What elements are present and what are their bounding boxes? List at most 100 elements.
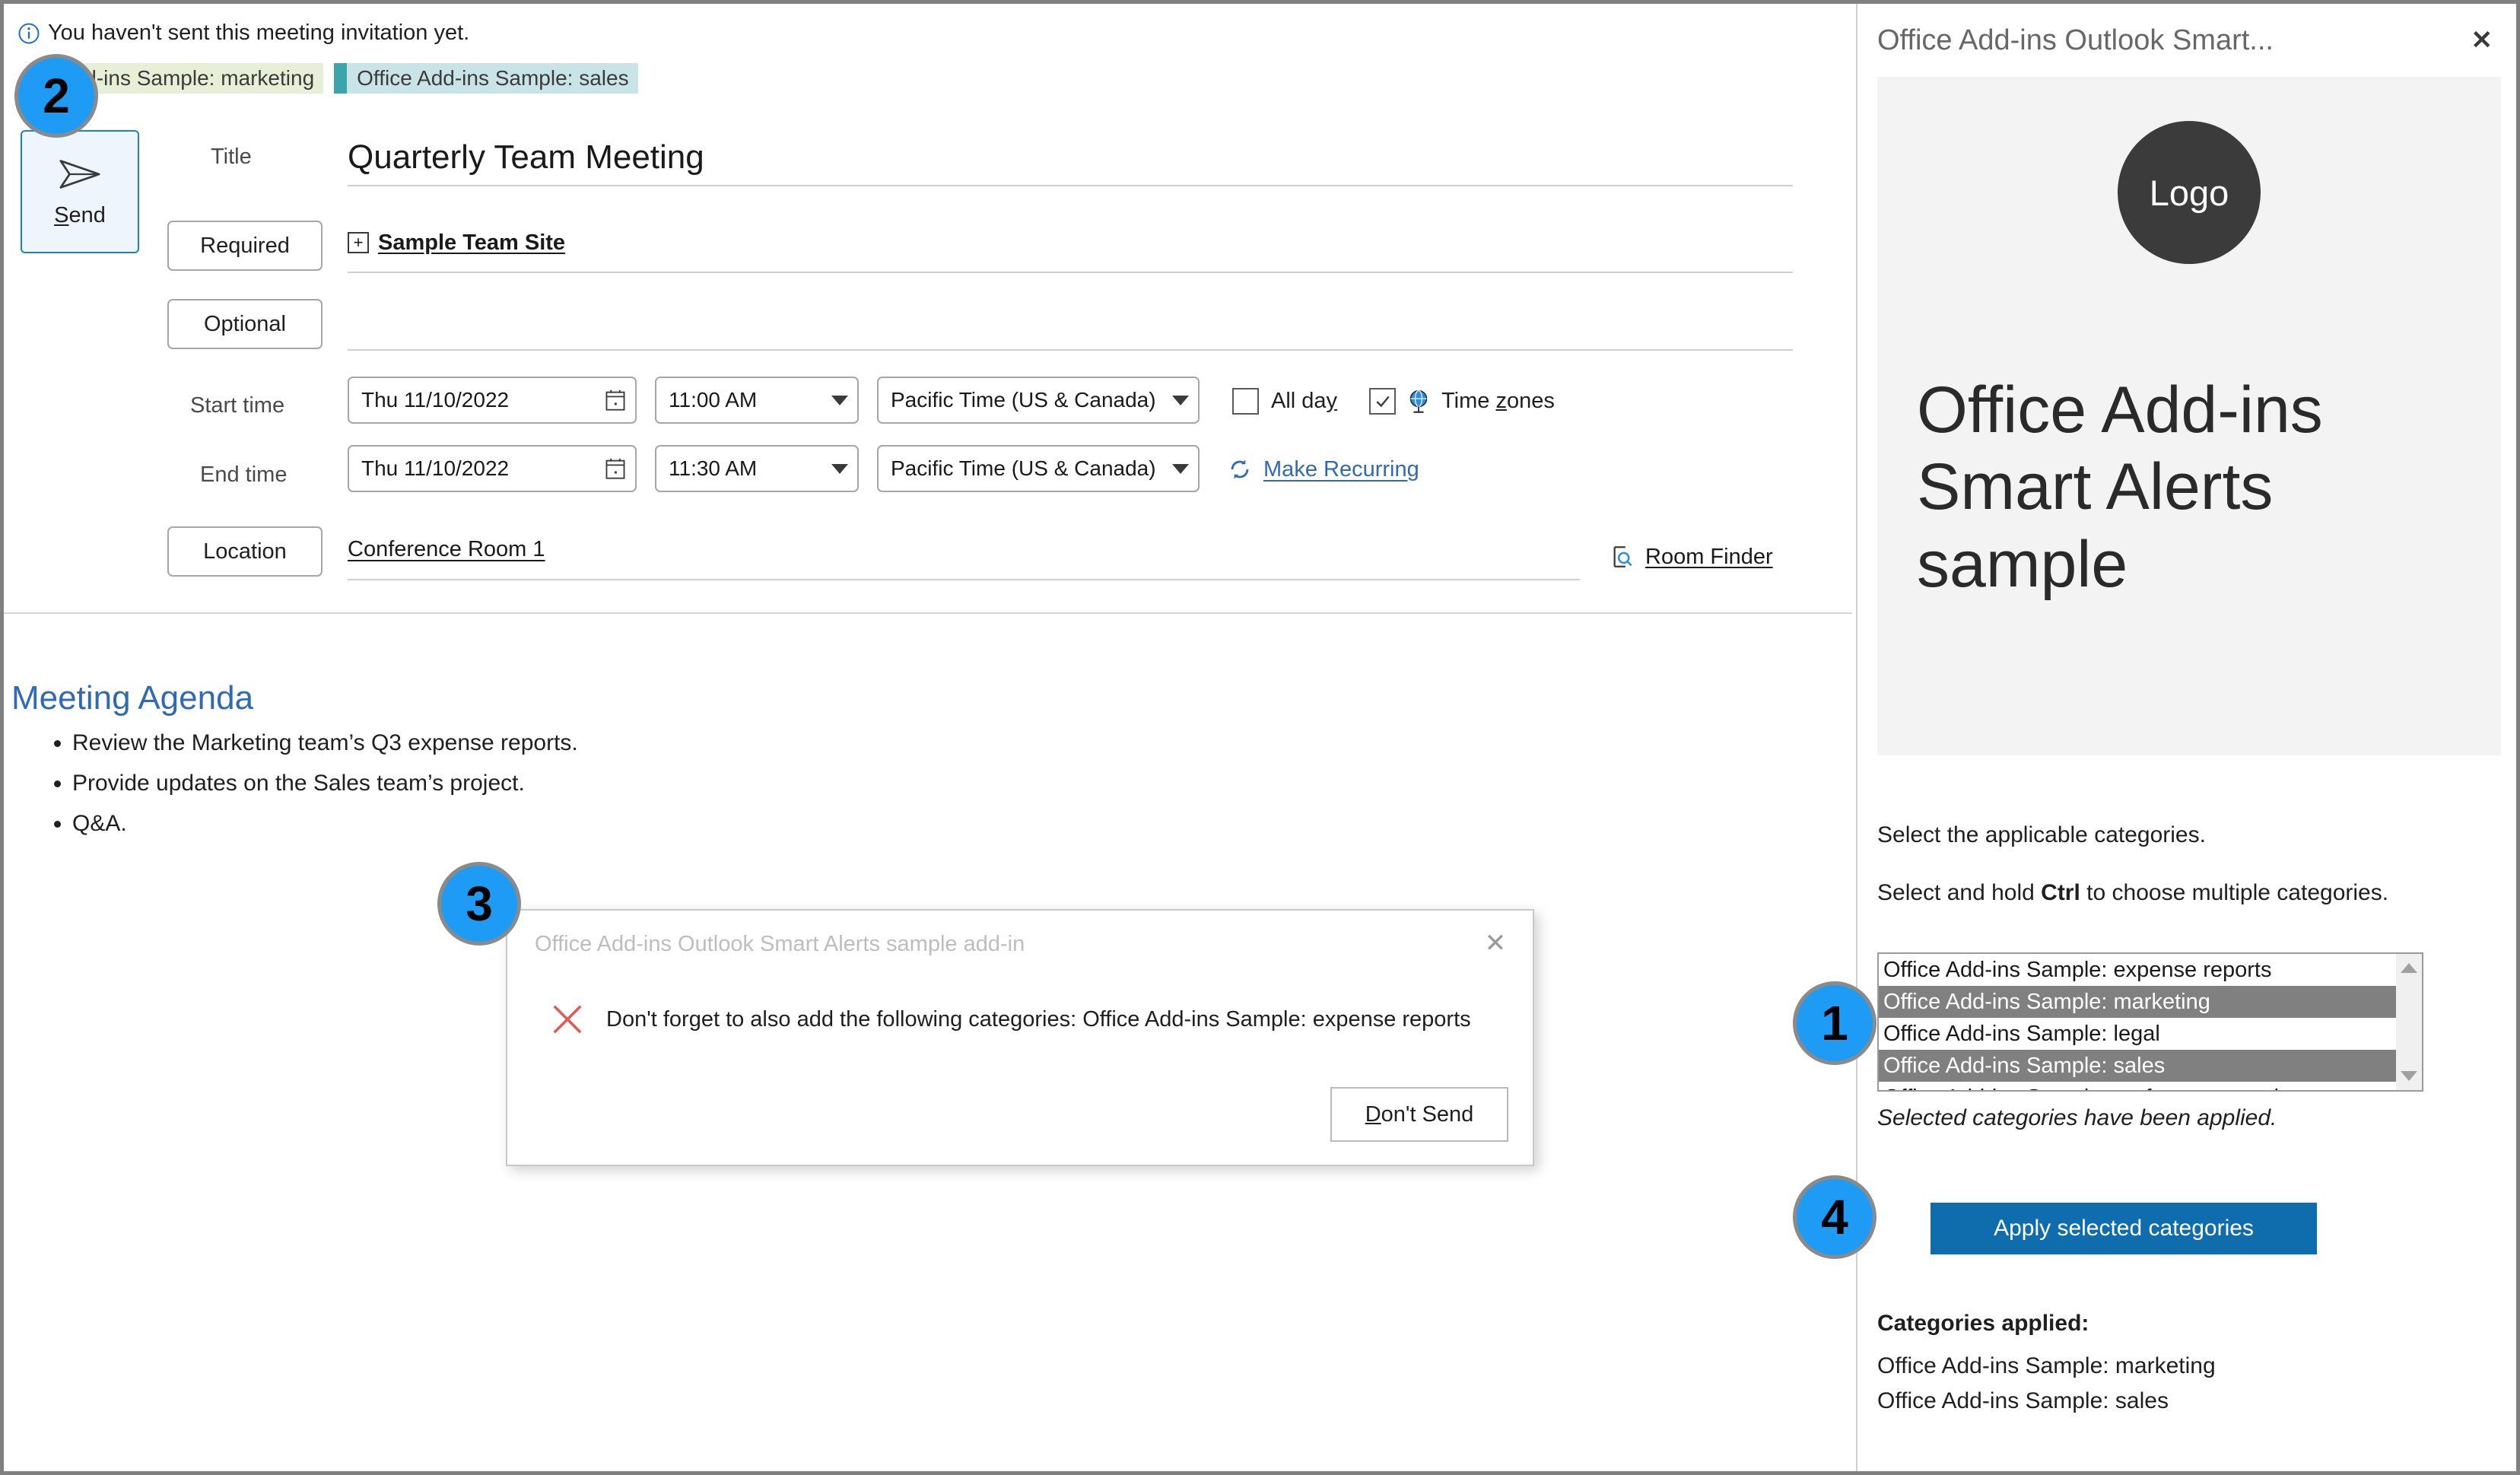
start-timezone-value: Pacific Time (US & Canada) [891, 388, 1156, 412]
all-day-checkbox[interactable] [1232, 388, 1259, 415]
chevron-down-icon[interactable] [831, 396, 848, 405]
instruction-2-post: to choose multiple categories. [2080, 880, 2388, 905]
end-time-label: End time [200, 463, 316, 488]
list-item[interactable]: Office Add-ins Sample: expense reports [1879, 954, 2396, 986]
list-item: Office Add-ins Sample: marketing [1877, 1349, 2216, 1384]
task-pane-title: Office Add-ins Outlook Smart... [1877, 24, 2274, 57]
chevron-down-icon[interactable] [1172, 396, 1189, 405]
time-zones-label: Time zones [1441, 389, 1555, 414]
make-recurring-label: Make Recurring [1263, 457, 1419, 482]
meeting-compose-window: You haven't sent this meeting invitation… [4, 4, 1852, 1471]
calendar-icon[interactable] [605, 457, 626, 480]
send-arrow-icon [56, 156, 103, 192]
calendar-icon[interactable] [605, 389, 626, 412]
close-icon[interactable]: ✕ [2465, 22, 2499, 59]
end-date-value: Thu 11/10/2022 [361, 456, 509, 481]
list-item: Provide updates on the Sales team’s proj… [72, 771, 578, 796]
start-date-input[interactable]: Thu 11/10/2022 [348, 377, 637, 424]
room-finder-button[interactable]: Room Finder [1610, 544, 1773, 570]
applied-status-text: Selected categories have been applied. [1877, 1105, 2277, 1131]
required-attendee-link[interactable]: Sample Team Site [378, 230, 565, 256]
instruction-text-1: Select the applicable categories. [1877, 819, 2471, 852]
list-item[interactable]: Office Add-ins Sample: performance revie… [1879, 1082, 2396, 1092]
task-pane-hero: Logo Office Add-ins Smart Alerts sample [1877, 77, 2501, 755]
start-time-value: 11:00 AM [669, 388, 757, 412]
list-item: Review the Marketing team’s Q3 expense r… [72, 730, 578, 756]
start-time-input[interactable]: 11:00 AM [655, 377, 859, 424]
location-button-label: Location [203, 539, 287, 564]
location-value-link[interactable]: Conference Room 1 [348, 537, 545, 562]
required-button[interactable]: Required [167, 221, 323, 271]
logo: Logo [2118, 121, 2261, 264]
optional-attendees-input[interactable] [348, 291, 1793, 351]
info-bar-text: You haven't sent this meeting invitation… [48, 21, 469, 46]
location-button[interactable]: Location [167, 526, 323, 577]
categories-listbox-options[interactable]: Office Add-ins Sample: expense reports O… [1879, 954, 2396, 1090]
end-date-input[interactable]: Thu 11/10/2022 [348, 445, 637, 492]
required-button-label: Required [200, 234, 290, 259]
body-divider [4, 612, 1852, 614]
agenda-heading: Meeting Agenda [11, 679, 253, 717]
categories-listbox[interactable]: Office Add-ins Sample: expense reports O… [1877, 952, 2423, 1092]
make-recurring-link[interactable]: Make Recurring [1227, 456, 1419, 482]
agenda-bullet-list: Review the Marketing team’s Q3 expense r… [11, 730, 578, 851]
close-icon[interactable]: ✕ [1479, 927, 1511, 959]
send-button-label: Send [54, 203, 106, 228]
instruction-2-keyword: Ctrl [2041, 880, 2080, 905]
smart-alerts-dialog: Office Add-ins Outlook Smart Alerts samp… [506, 909, 1534, 1166]
required-attendees-input[interactable]: + Sample Team Site [348, 214, 1793, 273]
end-time-input[interactable]: 11:30 AM [655, 445, 859, 492]
room-finder-label: Room Finder [1645, 545, 1773, 570]
all-day-label: All day [1271, 389, 1337, 414]
dialog-message: Don't forget to also add the following c… [606, 1007, 1471, 1032]
optional-button[interactable]: Optional [167, 299, 323, 349]
time-zones-checkbox[interactable] [1369, 388, 1396, 415]
logo-text: Logo [2150, 172, 2229, 214]
end-time-value: 11:30 AM [669, 456, 757, 481]
screenshot-root: You haven't sent this meeting invitation… [0, 0, 2520, 1475]
list-item[interactable]: Office Add-ins Sample: marketing [1879, 986, 2396, 1018]
send-button[interactable]: Send [21, 130, 139, 253]
category-chip-sales: Office Add-ins Sample: sales [334, 63, 637, 94]
list-item[interactable]: Office Add-ins Sample: sales [1879, 1050, 2396, 1082]
check-icon [1374, 393, 1391, 410]
task-pane-headline: Office Add-ins Smart Alerts sample [1917, 372, 2449, 603]
categories-applied-heading: Categories applied: [1877, 1311, 2089, 1337]
recurring-icon [1227, 456, 1253, 482]
categories-applied-list: Office Add-ins Sample: marketing Office … [1877, 1349, 2216, 1418]
start-time-label: Start time [190, 393, 316, 418]
chevron-down-icon[interactable] [1172, 464, 1189, 474]
instruction-text-2: Select and hold Ctrl to choose multiple … [1877, 877, 2410, 910]
instruction-2-pre: Select and hold [1877, 880, 2041, 905]
dialog-title: Office Add-ins Outlook Smart Alerts samp… [535, 932, 1025, 957]
callout-badge-2: 2 [14, 54, 98, 138]
start-timezone-select[interactable]: Pacific Time (US & Canada) [877, 377, 1200, 424]
category-chip-label: Office Add-ins Sample: sales [357, 66, 628, 91]
list-item[interactable]: Office Add-ins Sample: legal [1879, 1018, 2396, 1050]
all-day-checkbox-row[interactable]: All day [1232, 388, 1337, 415]
location-input[interactable]: Conference Room 1 [348, 520, 1580, 580]
end-timezone-select[interactable]: Pacific Time (US & Canada) [877, 445, 1200, 492]
dont-send-button[interactable]: Don't Send [1330, 1087, 1508, 1142]
title-label: Title [211, 145, 310, 170]
optional-button-label: Optional [204, 312, 286, 337]
info-circle-icon [17, 22, 40, 45]
time-zones-checkbox-row[interactable]: Time zones [1369, 388, 1555, 415]
start-date-value: Thu 11/10/2022 [361, 388, 509, 412]
globe-icon [1406, 389, 1431, 415]
scroll-down-icon[interactable] [2401, 1071, 2417, 1081]
red-x-icon [550, 1002, 585, 1037]
info-bar: You haven't sent this meeting invitation… [17, 21, 469, 46]
category-strip: Add-ins Sample: marketing Office Add-ins… [49, 63, 638, 94]
scroll-up-icon[interactable] [2401, 963, 2417, 973]
chevron-down-icon[interactable] [831, 464, 848, 474]
listbox-scrollbar[interactable] [2396, 954, 2422, 1090]
end-timezone-value: Pacific Time (US & Canada) [891, 456, 1156, 481]
title-input[interactable]: Quarterly Team Meeting [348, 130, 1793, 186]
callout-badge-3: 3 [437, 862, 521, 946]
callout-badge-4: 4 [1793, 1175, 1876, 1259]
callout-badge-1: 1 [1793, 981, 1876, 1065]
dialog-body: Don't forget to also add the following c… [550, 1002, 1505, 1037]
apply-selected-categories-button[interactable]: Apply selected categories [1931, 1203, 2317, 1254]
expand-plus-icon[interactable]: + [348, 232, 369, 253]
